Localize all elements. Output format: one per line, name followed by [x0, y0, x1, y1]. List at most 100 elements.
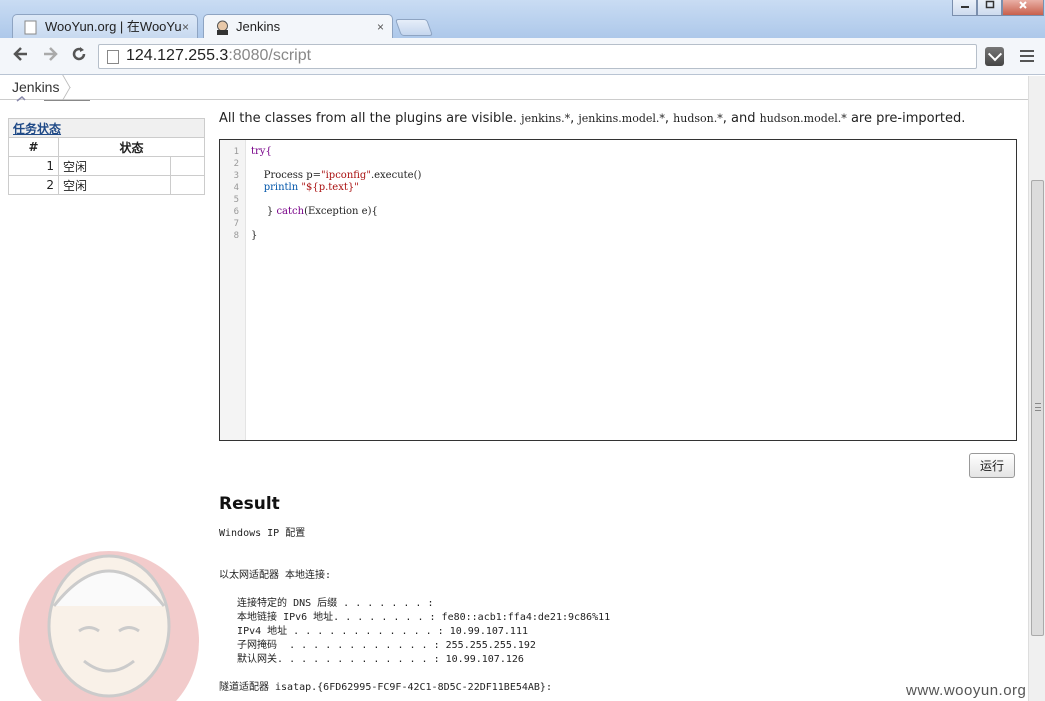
address-bar[interactable]: 124.127.255.3:8080/script	[98, 44, 977, 69]
executor-status: 空闲	[58, 156, 171, 176]
line-number: 3	[233, 171, 239, 181]
jenkins-favicon-icon	[217, 20, 228, 35]
url-host: 124.127.255.3	[126, 47, 229, 64]
code-token: try{	[251, 146, 272, 157]
line-number: 6	[233, 207, 239, 217]
watermark: www.wooyun.org	[906, 682, 1027, 699]
executor-extra	[170, 156, 205, 176]
script-editor[interactable]: 1 2 3 4 5 6 7 8 try{ Process p="ipconfig…	[219, 139, 1017, 441]
code-token: .execute()	[370, 170, 422, 181]
code-line: println "${p.text}"	[251, 182, 421, 194]
reload-icon	[72, 47, 86, 61]
breadcrumb-jenkins[interactable]: Jenkins	[12, 79, 59, 95]
package-hudson-model: hudson.model.*	[759, 112, 847, 125]
col-number-header: #	[8, 137, 59, 157]
minimize-button[interactable]	[952, 0, 977, 16]
result-heading: Result	[219, 494, 280, 514]
code-token: Process p=	[251, 170, 321, 181]
package-hudson: hudson.*	[673, 112, 723, 125]
close-icon	[1019, 1, 1027, 9]
breadcrumb: Jenkins	[0, 75, 1028, 100]
line-number-gutter: 1 2 3 4 5 6 7 8	[220, 140, 246, 440]
code-content[interactable]: try{ Process p="ipconfig".execute() prin…	[251, 146, 421, 242]
output-line: 本地链接 IPv6 地址. . . . . . . . : fe80::acb1…	[219, 612, 611, 623]
tab-wooyun[interactable]: WooYun.org | 在WooYu ×	[12, 14, 198, 39]
url-text[interactable]: 124.127.255.3:8080/script	[126, 47, 311, 65]
executor-status-table: 任务状态 # 状态 1 空闲 2 空闲	[8, 118, 205, 195]
scrollbar-thumb[interactable]	[1031, 180, 1044, 636]
reload-button[interactable]	[68, 45, 90, 67]
result-output: Windows IP 配置 以太网适配器 本地连接: 连接特定的 DNS 后缀 …	[219, 527, 610, 695]
tab-jenkins[interactable]: Jenkins ×	[203, 14, 393, 40]
script-console-info: All the classes from all the plugins are…	[219, 111, 966, 126]
tab-title: Jenkins	[236, 19, 281, 34]
info-text: All the classes from all the plugins are…	[219, 111, 518, 126]
back-button[interactable]	[10, 45, 32, 67]
back-arrow-icon	[13, 47, 27, 61]
browser-titlebar: WooYun.org | 在WooYu × Jenkins ×	[0, 0, 1045, 40]
line-number: 7	[233, 219, 239, 229]
table-row: 2 空闲	[8, 175, 205, 195]
page-favicon-icon	[24, 20, 37, 35]
package-jenkins-model: jenkins.model.*	[578, 112, 665, 125]
forward-arrow-icon	[44, 47, 58, 61]
line-number: 8	[233, 231, 239, 241]
code-keyword: catch	[276, 206, 305, 217]
close-window-button[interactable]	[1002, 0, 1044, 16]
minimize-icon	[960, 6, 969, 8]
line-number: 2	[233, 159, 239, 169]
new-tab-button[interactable]	[394, 19, 434, 36]
line-number: 5	[233, 195, 239, 205]
code-token: println	[251, 182, 299, 193]
executor-title-cell: 任务状态	[8, 118, 205, 138]
tab-close-icon[interactable]: ×	[377, 15, 384, 39]
output-line: 以太网适配器 本地连接:	[219, 570, 332, 581]
output-line: 子网掩码 . . . . . . . . . . . . : 255.255.2…	[219, 640, 536, 651]
code-token: }	[251, 230, 258, 241]
executor-status: 空闲	[58, 175, 171, 195]
page-icon	[107, 50, 119, 64]
info-suffix: are pre-imported.	[850, 111, 966, 126]
run-button[interactable]: 运行	[969, 453, 1015, 478]
line-number: 4	[233, 183, 239, 193]
vertical-scrollbar[interactable]	[1028, 76, 1045, 701]
col-status-header: 状态	[58, 137, 205, 157]
executor-extra	[170, 175, 205, 195]
maximize-icon	[985, 0, 994, 9]
package-jenkins: jenkins.*	[521, 112, 571, 125]
browser-toolbar: 124.127.255.3:8080/script	[0, 38, 1045, 75]
output-line: 连接特定的 DNS 后缀 . . . . . . . :	[219, 598, 434, 609]
output-line: 隧道适配器 isatap.{6FD62995-FC9F-42C1-8D5C-22…	[219, 682, 552, 693]
maximize-button[interactable]	[977, 0, 1002, 16]
code-line: } catch(Exception e){	[251, 206, 421, 218]
tab-title: WooYun.org | 在WooYu	[45, 19, 182, 34]
jenkins-mascot-icon	[19, 551, 199, 701]
code-token: }	[251, 206, 277, 217]
output-line: Windows IP 配置	[219, 528, 306, 539]
output-line: IPv4 地址 . . . . . . . . . . . . : 10.99.…	[219, 626, 528, 637]
code-line: }	[251, 230, 421, 242]
code-string: "ipconfig"	[321, 170, 371, 181]
menu-icon[interactable]	[1020, 50, 1034, 62]
output-line: 默认网关. . . . . . . . . . . . . : 10.99.10…	[219, 654, 524, 665]
line-number: 1	[233, 147, 239, 157]
tab-close-icon[interactable]: ×	[182, 15, 189, 39]
url-path: :8080/script	[228, 47, 312, 64]
shield-extension-icon[interactable]	[985, 47, 1004, 66]
code-line: Process p="ipconfig".execute()	[251, 170, 422, 182]
code-string: "${p.text}"	[298, 182, 359, 193]
wrench-icon	[16, 96, 90, 102]
executor-status-link[interactable]: 任务状态	[13, 122, 61, 136]
forward-button[interactable]	[39, 45, 61, 67]
executor-number: 1	[8, 156, 59, 176]
executor-number: 2	[8, 175, 59, 195]
scroll-grip-icon	[1035, 403, 1041, 411]
code-token: (Exception e){	[304, 206, 378, 217]
